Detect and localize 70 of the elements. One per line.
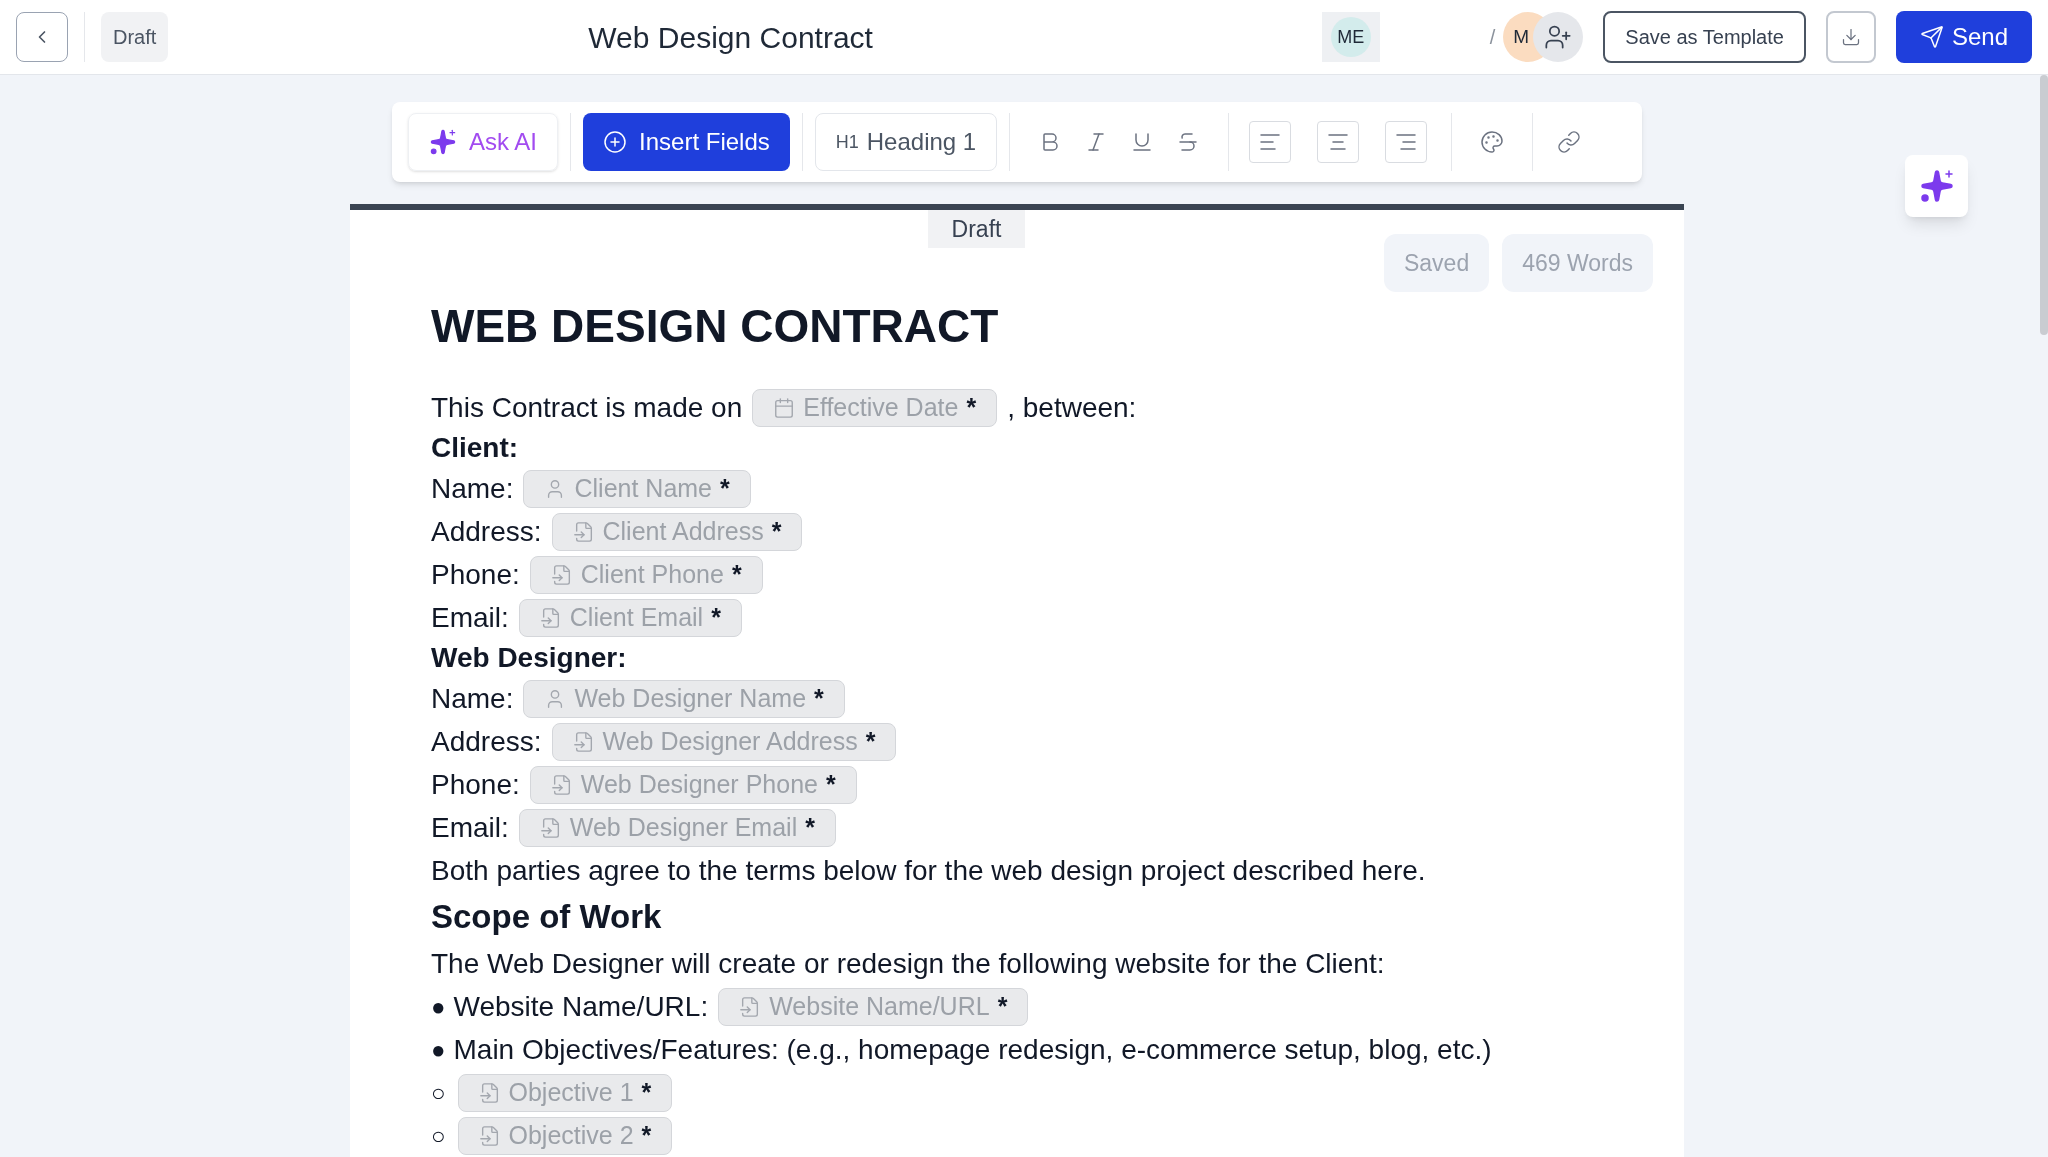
contract-text: Scope of Work [431, 897, 662, 938]
contract-text: Main Objectives/Features: (e.g., homepage redesign, e-commerce setup, blog, etc.) [453, 1032, 1492, 1067]
contract-text: Name: [431, 471, 514, 506]
contract-text: Web Designer: [431, 641, 627, 675]
document-title: Web Design Contract [588, 19, 873, 56]
file-icon [539, 816, 562, 839]
contract-text: Phone: [431, 557, 520, 592]
sparkle-icon [429, 128, 457, 156]
contract-text: Both parties agree to the terms below for the web design project described here. [431, 853, 1426, 888]
field-chip[interactable]: Effective Date * [752, 388, 998, 427]
file-icon [478, 1081, 501, 1104]
field-chip[interactable]: Client Address * [551, 512, 803, 551]
field-chip[interactable]: Web Designer Address * [551, 722, 897, 761]
contract-text: Email: [431, 600, 509, 635]
contract-text: Website Name/URL: [453, 989, 709, 1024]
link-icon[interactable] [1557, 130, 1582, 154]
plus-circle-icon [603, 130, 628, 154]
saved-status: Saved [1383, 234, 1490, 292]
file-icon [478, 1124, 501, 1147]
file-icon [539, 606, 562, 629]
contract-title: WEB DESIGN CONTRACT [431, 299, 1000, 354]
paper-plane-icon [1919, 25, 1944, 49]
field-chip[interactable]: Web Designer Phone * [529, 765, 857, 804]
calendar-icon [773, 396, 796, 419]
contract-text: The Web Designer will create or redesign the following website for the Client: [431, 946, 1385, 981]
align-left-button[interactable] [1249, 121, 1292, 163]
align-right-button[interactable] [1385, 121, 1428, 163]
file-icon [550, 563, 573, 586]
separator: / [1489, 25, 1496, 50]
file-icon [550, 773, 573, 796]
bullet-mark: ○ [431, 1077, 446, 1108]
field-chip[interactable]: Website Name/URL * [718, 987, 1029, 1026]
file-icon [572, 730, 595, 753]
scrollbar[interactable] [2040, 75, 2048, 335]
field-chip[interactable]: Client Phone * [529, 555, 763, 594]
ai-sparkle-button[interactable] [1905, 155, 1968, 217]
ask-ai-button[interactable]: Ask AI [408, 113, 559, 171]
bullet-mark: ● [431, 991, 446, 1022]
contract-text: , between: [1007, 390, 1137, 425]
status-badge: Draft [101, 12, 169, 62]
contract-text: This Contract is made on [431, 390, 743, 425]
file-icon [572, 520, 595, 543]
user-avatar: ME [1330, 17, 1371, 57]
field-chip[interactable]: Client Name * [523, 469, 751, 508]
field-chip[interactable]: Web Designer Email * [518, 808, 836, 847]
align-center-button[interactable] [1317, 121, 1360, 163]
contract-text: Email: [431, 810, 509, 845]
bullet-mark: ○ [431, 1120, 446, 1151]
contract-text: Client: [431, 431, 519, 465]
download-icon [1840, 27, 1861, 47]
add-user-icon [1544, 23, 1573, 51]
back-button[interactable] [16, 12, 68, 62]
bullet-mark: ● [431, 1034, 446, 1065]
contract-text: Phone: [431, 767, 520, 802]
send-button[interactable]: Send [1895, 11, 2032, 63]
field-chip[interactable]: Objective 1 * [457, 1073, 673, 1112]
save-template-button[interactable]: Save as Template [1603, 11, 1806, 63]
contract-text: Name: [431, 681, 514, 716]
contract-text: Address: [431, 514, 542, 549]
contract-text: Address: [431, 724, 542, 759]
heading-dropdown[interactable]: H1 Heading 1 [814, 113, 998, 171]
field-chip[interactable]: Objective 2 * [457, 1116, 673, 1155]
sparkle-icon [1918, 168, 1955, 204]
palette-icon[interactable] [1480, 130, 1505, 154]
download-button[interactable] [1825, 11, 1876, 63]
field-chip[interactable]: Client Email * [518, 598, 742, 637]
add-user-button[interactable] [1533, 12, 1584, 62]
insert-fields-button[interactable]: Insert Fields [583, 113, 790, 171]
field-chip[interactable]: Web Designer Name * [523, 679, 845, 718]
word-count: 469 Words [1502, 234, 1653, 292]
